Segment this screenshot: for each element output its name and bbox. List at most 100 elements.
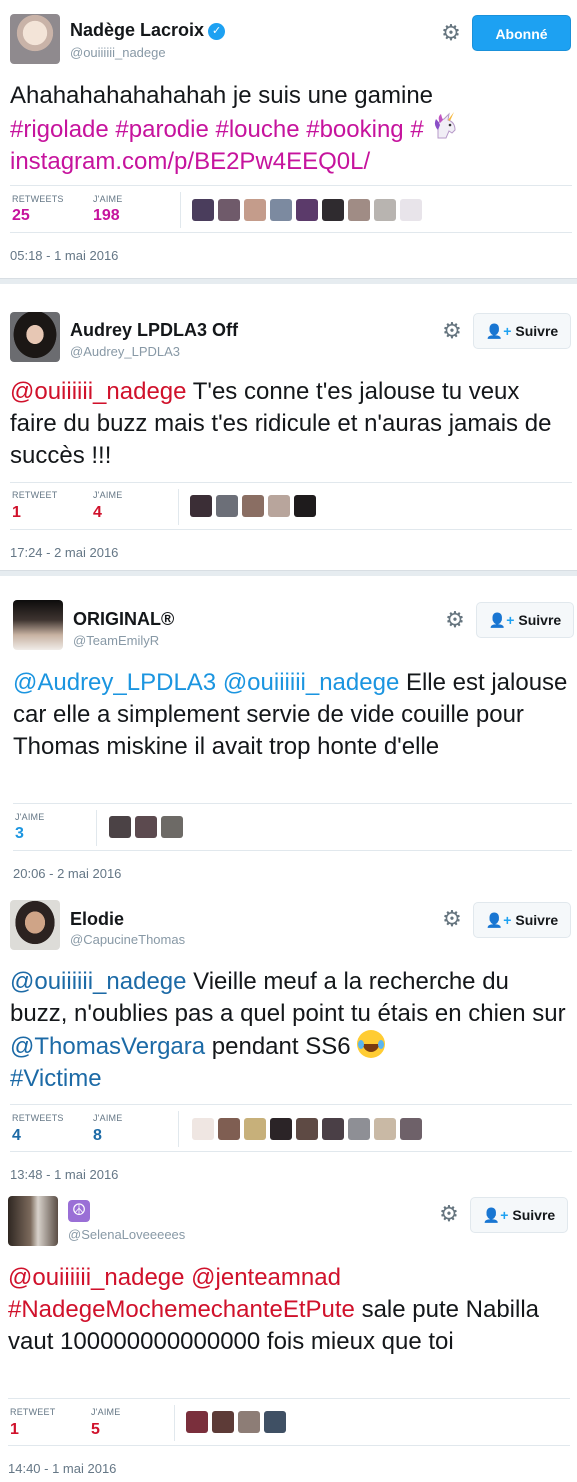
tweet-stats: J'AIME 3 bbox=[13, 803, 572, 851]
retweets-count[interactable]: 4 bbox=[12, 1127, 21, 1145]
liker-avatar[interactable] bbox=[244, 1118, 266, 1140]
liker-avatar[interactable] bbox=[192, 199, 214, 221]
mentions[interactable]: @Audrey_LPDLA3 @ouiiiiii_nadege bbox=[13, 669, 399, 696]
liker-avatar[interactable] bbox=[192, 1118, 214, 1140]
retweets-count[interactable]: 1 bbox=[12, 504, 21, 522]
liker-avatar[interactable] bbox=[268, 495, 290, 517]
retweets-count[interactable]: 25 bbox=[12, 207, 30, 225]
follow-button[interactable]: 👤+ Suivre bbox=[470, 1197, 568, 1233]
author-handle[interactable]: @SelenaLoveeeees bbox=[68, 1227, 185, 1242]
liker-avatar[interactable] bbox=[238, 1411, 260, 1433]
liker-avatar[interactable] bbox=[348, 199, 370, 221]
timestamp[interactable]: 14:40 - 1 mai 2016 bbox=[8, 1461, 116, 1476]
avatar[interactable] bbox=[13, 600, 63, 650]
author-handle[interactable]: @Audrey_LPDLA3 bbox=[70, 344, 180, 359]
retweets-count[interactable]: 1 bbox=[10, 1421, 19, 1439]
peace-symbol-icon: ☮ bbox=[68, 1200, 90, 1222]
likes-label: J'AIME bbox=[93, 490, 123, 500]
author-handle[interactable]: @TeamEmilyR bbox=[73, 633, 159, 648]
liker-avatar[interactable] bbox=[109, 816, 131, 838]
liker-avatar[interactable] bbox=[322, 1118, 344, 1140]
follow-button-label: Suivre bbox=[518, 612, 562, 628]
liker-avatar[interactable] bbox=[161, 816, 183, 838]
following-button[interactable]: Abonné bbox=[472, 15, 571, 51]
likes-count[interactable]: 3 bbox=[15, 825, 24, 843]
liker-avatar[interactable] bbox=[400, 199, 422, 221]
timestamp[interactable]: 05:18 - 1 mai 2016 bbox=[10, 248, 118, 263]
author-name[interactable]: Elodie bbox=[70, 909, 124, 930]
retweets-label: RETWEETS bbox=[12, 1113, 64, 1123]
author-handle[interactable]: @ouiiiiii_nadege bbox=[70, 45, 166, 60]
author-name[interactable]: Nadège Lacroix ✓ bbox=[70, 20, 226, 41]
liker-avatar[interactable] bbox=[264, 1411, 286, 1433]
hashtags[interactable]: #rigolade #parodie #louche #booking # bbox=[10, 116, 424, 143]
timestamp[interactable]: 13:48 - 1 mai 2016 bbox=[10, 1167, 118, 1182]
liker-avatar[interactable] bbox=[348, 1118, 370, 1140]
mention[interactable]: @ouiiiiii_nadege bbox=[10, 968, 186, 995]
stats-divider bbox=[174, 1405, 175, 1441]
liker-avatar[interactable] bbox=[270, 199, 292, 221]
likes-count[interactable]: 198 bbox=[93, 207, 120, 225]
author-name[interactable]: Audrey LPDLA3 Off bbox=[70, 320, 238, 341]
follow-button[interactable]: 👤+ Suivre bbox=[476, 602, 574, 638]
likers-avatars bbox=[192, 199, 422, 221]
avatar[interactable] bbox=[8, 1196, 58, 1246]
avatar[interactable] bbox=[10, 900, 60, 950]
instagram-link[interactable]: instagram.com/p/BE2Pw4EEQ0L/ bbox=[10, 148, 370, 175]
liker-avatar[interactable] bbox=[322, 199, 344, 221]
liker-avatar[interactable] bbox=[296, 199, 318, 221]
gear-icon[interactable]: ⚙ bbox=[441, 908, 463, 930]
hashtag[interactable]: #NadegeMochemechanteEtPute bbox=[8, 1296, 355, 1323]
author-name[interactable]: ORIGINAL® bbox=[73, 609, 174, 630]
mention[interactable]: @ouiiiiii_nadege bbox=[10, 378, 186, 405]
tweet-text-part: pendant SS6 bbox=[205, 1033, 358, 1060]
timestamp[interactable]: 20:06 - 2 mai 2016 bbox=[13, 866, 121, 881]
tweet-text-part: Ahahahahahahahah je suis une gamine bbox=[10, 82, 434, 109]
gear-icon[interactable]: ⚙ bbox=[438, 1203, 460, 1225]
likers-avatars bbox=[192, 1118, 422, 1140]
mention[interactable]: @ThomasVergara bbox=[10, 1033, 205, 1060]
likes-count[interactable]: 8 bbox=[93, 1127, 102, 1145]
liker-avatar[interactable] bbox=[242, 495, 264, 517]
hashtag[interactable]: #Victime bbox=[10, 1065, 102, 1092]
liker-avatar[interactable] bbox=[270, 1118, 292, 1140]
liker-avatar[interactable] bbox=[374, 199, 396, 221]
liker-avatar[interactable] bbox=[218, 199, 240, 221]
avatar[interactable] bbox=[10, 312, 60, 362]
follow-button[interactable]: 👤+ Suivre bbox=[473, 313, 571, 349]
likes-count[interactable]: 5 bbox=[91, 1421, 100, 1439]
liker-avatar[interactable] bbox=[186, 1411, 208, 1433]
follow-button[interactable]: 👤+ Suivre bbox=[473, 902, 571, 938]
follow-person-icon: 👤+ bbox=[482, 1207, 509, 1223]
gear-icon[interactable]: ⚙ bbox=[440, 22, 462, 44]
verified-badge-icon: ✓ bbox=[208, 23, 226, 40]
author-handle[interactable]: @CapucineThomas bbox=[70, 932, 185, 947]
liker-avatar[interactable] bbox=[190, 495, 212, 517]
liker-avatar[interactable] bbox=[218, 1118, 240, 1140]
liker-avatar[interactable] bbox=[400, 1118, 422, 1140]
tweet-text: @ouiiiiii_nadege @jenteamnad #NadegeMoch… bbox=[8, 1262, 570, 1358]
mentions[interactable]: @ouiiiiii_nadege @jenteamnad bbox=[8, 1264, 341, 1291]
liker-avatar[interactable] bbox=[135, 816, 157, 838]
tweet-audrey: Audrey LPDLA3 Off @Audrey_LPDLA3 ⚙ 👤+ Sui… bbox=[0, 284, 577, 570]
stats-divider bbox=[180, 192, 181, 228]
follow-button-label: Suivre bbox=[515, 323, 559, 339]
gear-icon[interactable]: ⚙ bbox=[444, 609, 466, 631]
likes-label: J'AIME bbox=[15, 812, 45, 822]
avatar[interactable] bbox=[10, 14, 60, 64]
stats-divider bbox=[178, 1111, 179, 1147]
tweet-nadege-lacroix: Nadège Lacroix ✓ @ouiiiiii_nadege ⚙ Abonn… bbox=[0, 0, 577, 278]
retweets-label: RETWEET bbox=[10, 1407, 56, 1417]
liker-avatar[interactable] bbox=[294, 495, 316, 517]
liker-avatar[interactable] bbox=[374, 1118, 396, 1140]
likes-label: J'AIME bbox=[93, 1113, 123, 1123]
likes-count[interactable]: 4 bbox=[93, 504, 102, 522]
likers-avatars bbox=[109, 816, 183, 838]
gear-icon[interactable]: ⚙ bbox=[441, 320, 463, 342]
liker-avatar[interactable] bbox=[212, 1411, 234, 1433]
liker-avatar[interactable] bbox=[216, 495, 238, 517]
follow-button-label: Suivre bbox=[515, 912, 559, 928]
timestamp[interactable]: 17:24 - 2 mai 2016 bbox=[10, 545, 118, 560]
liker-avatar[interactable] bbox=[244, 199, 266, 221]
liker-avatar[interactable] bbox=[296, 1118, 318, 1140]
